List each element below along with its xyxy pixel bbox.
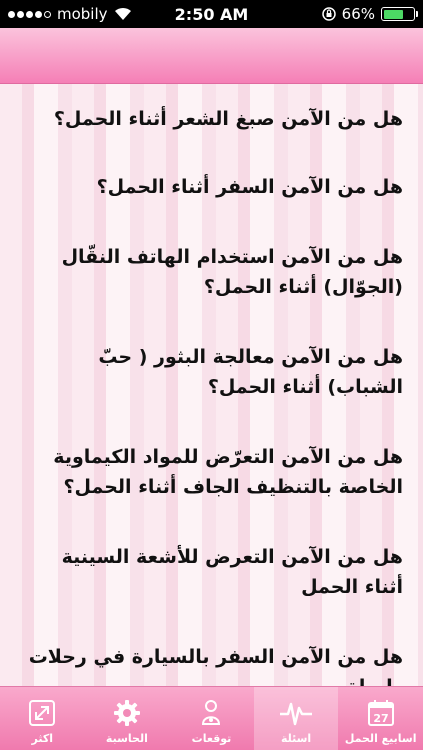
heartbeat-icon: [280, 702, 313, 726]
question-text: هل من الآمن السفر أثناء الحمل؟: [96, 176, 403, 198]
tab-more[interactable]: اكثر: [0, 687, 85, 750]
battery-icon: [381, 7, 418, 21]
status-left: mobily: [8, 5, 158, 23]
signal-strength-icon: [8, 10, 51, 18]
tab-expectations[interactable]: توقعات: [169, 687, 254, 750]
status-bar: mobily 2:50 AM 66%: [0, 0, 423, 28]
tab-calculator[interactable]: الحاسبة: [85, 687, 170, 750]
tab-bar: اكثر الحاسبة توقعات اسئلة 27 اسابيع الحم…: [0, 686, 423, 750]
tab-label: توقعات: [191, 732, 232, 745]
battery-level: [383, 9, 403, 19]
question-text: هل من الآمن التعرّض للمواد الكيماوية الخ…: [53, 446, 403, 498]
question-text: هل من الآمن استخدام الهاتف النقّال (الجو…: [61, 246, 403, 298]
questions-content[interactable]: هل من الآمن صبغ الشعر أثناء الحمل؟ هل من…: [0, 84, 423, 686]
question-item[interactable]: هل من الآمن استخدام الهاتف النقّال (الجو…: [0, 242, 423, 302]
tab-label: اسابيع الحمل: [344, 732, 417, 745]
battery-percent: 66%: [341, 5, 375, 23]
rotation-lock-icon: [321, 7, 336, 21]
tab-label: الحاسبة: [105, 732, 148, 745]
nav-header: [0, 28, 423, 84]
tab-label: اسئلة: [280, 732, 312, 745]
questions-list: هل من الآمن صبغ الشعر أثناء الحمل؟ هل من…: [0, 104, 423, 686]
question-item[interactable]: هل من الآمن معالجة البثور ( حبّ الشباب) …: [0, 342, 423, 402]
status-time: 2:50 AM: [174, 4, 249, 24]
carrier-name: mobily: [57, 5, 108, 23]
question-item[interactable]: هل من الآمن السفر بالسيارة في رحلات طويل…: [0, 642, 423, 686]
tab-label: اكثر: [31, 732, 54, 745]
question-text: هل من الآمن معالجة البثور ( حبّ الشباب) …: [98, 346, 403, 398]
tab-questions[interactable]: اسئلة: [253, 687, 339, 750]
expand-icon: [29, 700, 56, 726]
gear-icon: [113, 700, 140, 726]
question-text: هل من الآمن السفر بالسيارة في رحلات طويل…: [28, 646, 403, 686]
question-item[interactable]: هل من الآمن صبغ الشعر أثناء الحمل؟: [0, 104, 423, 134]
question-item[interactable]: هل من الآمن السفر أثناء الحمل؟: [0, 172, 423, 202]
question-text: هل من الآمن صبغ الشعر أثناء الحمل؟: [53, 108, 403, 130]
calendar-number: 27: [373, 712, 388, 725]
status-right: 66%: [265, 5, 418, 23]
tab-pregnancy-weeks[interactable]: 27 اسابيع الحمل: [338, 687, 423, 750]
calendar-icon: 27: [367, 700, 394, 726]
baby-icon: [202, 700, 221, 725]
wifi-icon: [114, 7, 131, 20]
question-item[interactable]: هل من الآمن التعرض للأشعة السينية أثناء …: [0, 542, 423, 602]
question-text: هل من الآمن التعرض للأشعة السينية أثناء …: [61, 546, 403, 598]
question-item[interactable]: هل من الآمن التعرّض للمواد الكيماوية الخ…: [0, 442, 423, 502]
